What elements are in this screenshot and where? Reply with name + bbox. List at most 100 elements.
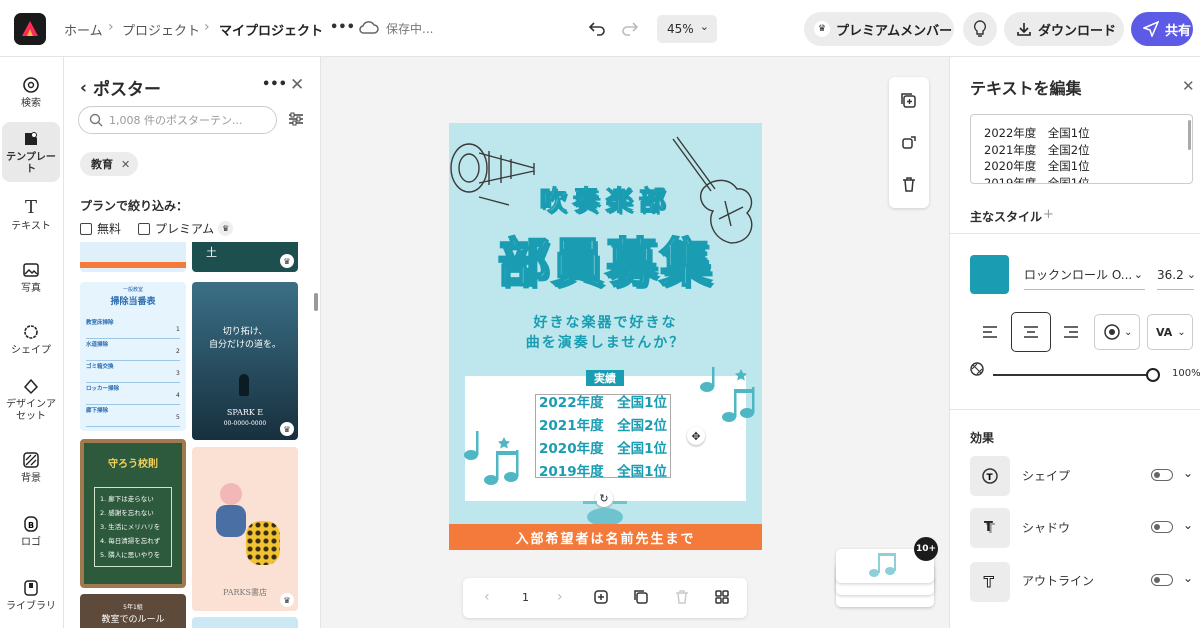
template-thumb-bookstore[interactable]: PARKS書店 ♛ [192, 447, 298, 611]
poster-result-line[interactable]: 2019年度 全国1位 [535, 461, 671, 484]
effect-outline-icon-box[interactable]: T [970, 562, 1010, 602]
rail-item-text[interactable]: T テキスト [2, 185, 60, 245]
opacity-slider-thumb[interactable] [1146, 368, 1160, 382]
effect-shadow-toggle[interactable] [1151, 521, 1173, 533]
poster-line1[interactable]: 好きな楽器で好きな [449, 312, 762, 332]
thumb-title: 教室でのルール [101, 615, 165, 625]
rail-item-design-assets[interactable]: デザインアセット [2, 369, 60, 429]
text-color-swatch[interactable] [970, 255, 1009, 294]
search-icon [21, 75, 41, 95]
chevron-down-icon[interactable]: ⌄ [1183, 571, 1193, 585]
chevron-down-icon[interactable]: ⌄ [1183, 466, 1193, 480]
chevron-down-icon[interactable]: ⌄ [1183, 518, 1193, 532]
close-icon[interactable]: ✕ [1182, 77, 1195, 95]
add-page-icon[interactable] [593, 589, 609, 609]
align-center-button[interactable] [1011, 312, 1051, 352]
text-line: 2021年度 全国2位 [984, 142, 1090, 157]
align-right-icon[interactable] [1063, 324, 1079, 343]
duplicate-page-icon[interactable] [633, 589, 649, 609]
zoom-select[interactable]: 45% ⌄ [657, 15, 717, 43]
rail-item-template[interactable]: テンプレート [2, 122, 60, 182]
panel-close-icon[interactable]: ✕ [290, 75, 304, 95]
template-icon [21, 129, 41, 149]
effect-shadow-icon-box[interactable]: TT [970, 508, 1010, 548]
poster-canvas[interactable]: 吹奏楽部 部員募集 好きな楽器で好きな 曲を演奏しませんか？ 実績 2022年度… [449, 123, 762, 550]
add-style-icon[interactable]: + [1043, 207, 1054, 222]
align-left-icon[interactable] [982, 324, 998, 343]
cleaning-row-label: 廊下掃除 [86, 408, 109, 414]
free-checkbox[interactable]: 無料 [80, 220, 121, 237]
effect-shape-icon-box[interactable]: T [970, 456, 1010, 496]
field-scrollbar[interactable] [1188, 120, 1191, 150]
results-badge[interactable]: 実績 [586, 370, 624, 386]
next-page-icon[interactable]: › [557, 589, 563, 605]
template-thumb-partial-bottom[interactable] [192, 617, 298, 628]
badge-label: 実績 [594, 372, 616, 385]
undo-icon[interactable] [588, 19, 606, 41]
chip-remove-icon[interactable]: ✕ [121, 158, 130, 171]
poster-title[interactable]: 部員募集 [449, 221, 762, 296]
spacing-select[interactable]: VA ⌄ [1147, 314, 1193, 350]
poster-result-line[interactable]: 2020年度 全国1位 [535, 438, 671, 461]
back-chevron-icon[interactable]: ‹ [80, 78, 87, 98]
rule-item: 1. 廊下は走らない [100, 495, 154, 503]
thumb-text: 一般教室 [122, 287, 143, 293]
template-thumb-forest[interactable]: 切り拓け、 自分だけの道を。 SPARK E 00-0000-0000 ♛ [192, 282, 298, 440]
text-content-field[interactable]: 2022年度 全国1位 2021年度 全国2位 2020年度 全国1位 2019年度 … [970, 114, 1193, 184]
lightbulb-button[interactable] [963, 12, 997, 46]
rail-item-logo[interactable]: B ロゴ [2, 501, 60, 561]
shape-effect-icon: T [982, 468, 998, 484]
template-search-input[interactable]: 1,008 件のポスターテン... [78, 106, 277, 134]
trash-icon[interactable] [900, 175, 918, 197]
opacity-slider-track[interactable] [993, 374, 1151, 376]
pages-stack[interactable]: 10+ [836, 537, 938, 609]
premium-checkbox[interactable]: プレミアム ♛ [138, 220, 234, 237]
rail-item-library[interactable]: ライブラリ [2, 565, 60, 625]
poster-result-line[interactable]: 2021年度 全国2位 [535, 415, 671, 438]
search-placeholder: 1,008 件のポスターテン... [109, 114, 243, 127]
panel-more-button[interactable]: ••• [262, 77, 287, 92]
template-thumb-partial-right[interactable]: 土 ♛ [192, 242, 298, 272]
panel-scrollbar[interactable] [314, 293, 318, 311]
template-panel: ‹ ポスター ••• ✕ 1,008 件のポスターテン... 教育 ✕ プランで… [64, 57, 321, 628]
checkbox-box[interactable] [80, 222, 92, 235]
filter-chip-education[interactable]: 教育 ✕ [80, 152, 139, 176]
template-thumb-cleaning[interactable]: 一般教室 掃除当番表 教室床掃除 1 水道掃除 2 ゴミ箱交換 3 ロッカー掃除 4 廊下掃除 5 [80, 282, 186, 431]
redo-icon[interactable] [621, 19, 639, 41]
opacity-value: 100% [1172, 368, 1200, 379]
rail-item-shape[interactable]: シェイプ [2, 309, 60, 369]
rail-label: ライブラリ [6, 600, 56, 612]
crown-icon: ♛ [280, 254, 294, 268]
effect-outline-toggle[interactable] [1151, 574, 1173, 586]
breadcrumb-home[interactable]: ホーム [64, 20, 103, 39]
breadcrumb-projects[interactable]: プロジェクト [122, 20, 200, 39]
checkbox-box[interactable] [138, 222, 150, 235]
font-select[interactable]: ロックンロール O... ⌄ [1024, 260, 1145, 290]
download-button[interactable]: ダウンロード [1004, 12, 1124, 46]
template-thumb-partial-left[interactable] [80, 242, 186, 272]
more-menu-button[interactable]: ••• [330, 20, 355, 35]
poster-line2[interactable]: 曲を演奏しませんか？ [449, 332, 762, 352]
poster-footer-bar[interactable]: 入部希望者は名前先生まで [449, 524, 762, 550]
template-thumb-class-rules[interactable]: 5年1組 教室でのルール [80, 594, 186, 628]
share-button[interactable]: 共有 [1131, 12, 1193, 46]
breadcrumb-current[interactable]: マイプロジェクト [219, 20, 323, 39]
add-page-icon[interactable] [900, 92, 918, 114]
list-style-select[interactable]: ⌄ [1094, 314, 1140, 350]
font-size-select[interactable]: 36.2 ⌄ [1157, 260, 1196, 290]
premium-member-button[interactable]: ♛ プレミアムメンバー [804, 12, 954, 46]
rail-item-photo[interactable]: 写真 [2, 247, 60, 307]
rail-item-search[interactable]: 検索 [2, 62, 60, 122]
delete-page-icon[interactable] [674, 589, 690, 609]
reorder-icon[interactable] [900, 134, 918, 156]
adobe-express-logo[interactable] [14, 13, 46, 45]
effect-shape-toggle[interactable] [1151, 469, 1173, 481]
rail-label: シェイプ [11, 344, 51, 356]
rail-item-background[interactable]: 背景 [2, 437, 60, 497]
prev-page-icon[interactable]: ‹ [484, 589, 490, 605]
template-thumb-rules[interactable]: 守ろう校則 1. 廊下は走らない 2. 感謝を忘れない 3. 生活にメリハリを 4. … [80, 439, 186, 588]
poster-result-line[interactable]: 2022年度 全国1位 [535, 392, 671, 415]
poster-subtitle[interactable]: 吹奏楽部 [449, 179, 762, 218]
grid-view-icon[interactable] [714, 589, 730, 609]
filter-sliders-icon[interactable] [288, 111, 304, 131]
